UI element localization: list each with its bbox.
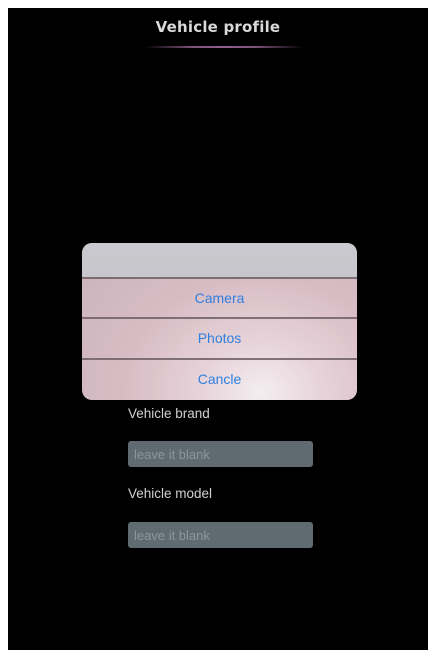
app-screen: Vehicle profile Camera Photos Cancle Veh… xyxy=(8,8,428,650)
vehicle-brand-label: Vehicle brand xyxy=(128,406,210,421)
vehicle-model-input[interactable] xyxy=(128,522,313,548)
divider xyxy=(82,357,357,360)
cancel-option[interactable]: Cancle xyxy=(82,360,357,398)
action-sheet-header xyxy=(82,243,357,277)
vehicle-brand-input[interactable] xyxy=(128,441,313,467)
title-underline xyxy=(144,46,304,48)
divider xyxy=(82,317,357,320)
camera-option[interactable]: Camera xyxy=(82,279,357,317)
photo-source-action-sheet: Camera Photos Cancle xyxy=(82,243,357,400)
page-title: Vehicle profile xyxy=(155,18,281,36)
vehicle-model-label: Vehicle model xyxy=(128,486,213,501)
divider xyxy=(82,277,357,279)
photos-option[interactable]: Photos xyxy=(82,319,357,357)
